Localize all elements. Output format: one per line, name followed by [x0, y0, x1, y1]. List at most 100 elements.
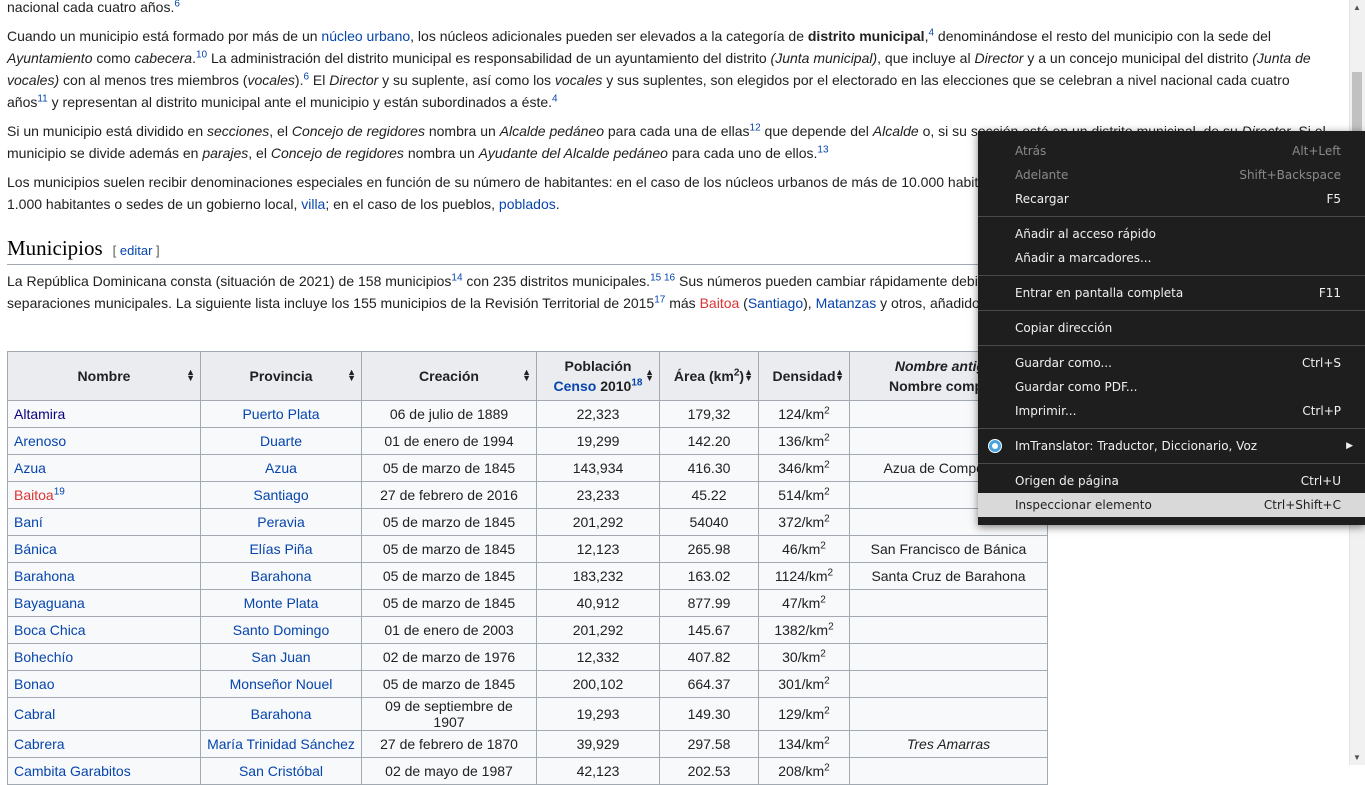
paragraph: Cuando un municipio está formado por más…	[7, 27, 1311, 110]
cell-creacion: 02 de mayo de 1987	[361, 757, 537, 785]
cell-nombre: Cambita Garabitos	[7, 757, 201, 785]
provincia-link[interactable]: María Trinidad Sánchez	[207, 736, 355, 752]
provincia-link[interactable]: San Juan	[251, 649, 310, 665]
superscript: 2	[820, 648, 826, 660]
reference-link[interactable]: 19	[54, 486, 65, 497]
cell-densidad: 208/km2	[758, 757, 850, 785]
link-baitoa[interactable]: Baitoa	[700, 295, 740, 311]
municipio-link[interactable]: Bonao	[14, 676, 54, 692]
provincia-link[interactable]: San Cristóbal	[239, 763, 323, 779]
municipio-link[interactable]: Bánica	[14, 541, 57, 557]
municipio-link[interactable]: Bohechío	[14, 649, 73, 665]
cell-nombre: Bonao	[7, 670, 201, 698]
reference-link[interactable]: 6	[174, 0, 180, 9]
col-header-provincia[interactable]: Provincia ▲ ▼	[200, 351, 362, 401]
municipio-link[interactable]: Arenoso	[14, 433, 66, 449]
provincia-link[interactable]: Santiago	[253, 487, 308, 503]
municipio-link[interactable]: Boca Chica	[14, 622, 86, 638]
sort-icon[interactable]: ▲ ▼	[744, 368, 753, 383]
header-label: Densidad	[772, 368, 836, 384]
municipio-link[interactable]: Cabrera	[14, 736, 65, 752]
provincia-link[interactable]: Peravia	[257, 514, 304, 530]
municipio-link[interactable]: Azua	[14, 460, 46, 476]
provincia-link[interactable]: Azua	[265, 460, 297, 476]
reference-link[interactable]: 16	[664, 272, 675, 283]
municipio-link[interactable]: Barahona	[14, 568, 75, 584]
density-value: 1382	[774, 622, 806, 638]
reference-link[interactable]: 13	[817, 144, 828, 155]
sort-icon[interactable]: ▲ ▼	[186, 368, 195, 383]
col-header-densidad[interactable]: Densidad ▲ ▼	[758, 351, 850, 401]
menu-item[interactable]: Imprimir... Ctrl+P	[978, 399, 1365, 423]
menu-item-label: Recargar	[1015, 192, 1069, 206]
reference-link[interactable]: 18	[631, 377, 642, 388]
provincia-link[interactable]: Monseñor Nouel	[230, 676, 333, 692]
reference-link[interactable]: 17	[654, 294, 665, 305]
menu-item-label: Guardar como...	[1015, 356, 1112, 370]
density-unit: /km	[804, 568, 828, 584]
edit-section-link[interactable]: editar	[120, 243, 153, 258]
cell-nombre: Cabrera	[7, 730, 201, 758]
provincia-link[interactable]: Santo Domingo	[233, 622, 330, 638]
municipio-link[interactable]: Cambita Garabitos	[14, 763, 131, 779]
italic-text: parajes	[202, 145, 249, 161]
cell-poblacion: 39,929	[536, 730, 660, 758]
provincia-link[interactable]: Barahona	[251, 568, 312, 584]
menu-item-shortcut: F11	[1318, 286, 1341, 300]
sort-icon[interactable]: ▲ ▼	[645, 368, 654, 383]
municipio-link[interactable]: Bayaguana	[14, 595, 85, 611]
menu-item[interactable]: Inspeccionar elemento Ctrl+Shift+C	[978, 493, 1365, 517]
provincia-link[interactable]: Monte Plata	[244, 595, 319, 611]
menu-item[interactable]: Recargar F5	[978, 187, 1365, 211]
menu-item[interactable]: Entrar en pantalla completa F11	[978, 281, 1365, 305]
reference-link[interactable]: 15	[650, 272, 661, 283]
col-header-area[interactable]: Área (km2) ▲ ▼	[659, 351, 759, 401]
col-header-nombre[interactable]: Nombre ▲ ▼	[7, 351, 201, 401]
cell-area: 664.37	[659, 670, 759, 698]
municipio-link[interactable]: Cabral	[14, 706, 55, 722]
reference-link[interactable]: 12	[750, 122, 761, 133]
reference-link[interactable]: 10	[196, 49, 207, 60]
link-santiago[interactable]: Santiago	[748, 295, 803, 311]
header-label: 2010	[600, 378, 632, 394]
density-value: 47	[782, 595, 798, 611]
municipio-link[interactable]: Baní	[14, 514, 43, 530]
link-more[interactable]: Matanzas	[816, 295, 877, 311]
provincia-link[interactable]: Barahona	[251, 706, 312, 722]
menu-item[interactable]: Guardar como... Ctrl+S	[978, 351, 1365, 375]
cell-creacion: 05 de marzo de 1845	[361, 454, 537, 482]
col-header-creacion[interactable]: Creación ▲ ▼	[361, 351, 537, 401]
scroll-up-arrow-icon[interactable]: ▲	[1353, 3, 1361, 12]
reference-link[interactable]: 11	[37, 93, 47, 104]
censo-link[interactable]: Censo	[554, 378, 597, 394]
sort-icon[interactable]: ▲ ▼	[347, 368, 356, 383]
reference-link[interactable]: 14	[451, 272, 462, 283]
menu-item[interactable]: Copiar dirección	[978, 316, 1365, 340]
menu-item[interactable]: Añadir al acceso rápido	[978, 222, 1365, 246]
table-row: Altamira Puerto Plata 06 de julio de 1889 2…	[7, 400, 1048, 428]
density-value: 46	[782, 541, 798, 557]
link-nucleo-urbano[interactable]: núcleo urbano	[321, 28, 410, 44]
col-header-poblacion[interactable]: Población Censo 201018 ▲ ▼	[536, 351, 660, 401]
municipio-link[interactable]: Baitoa	[14, 487, 54, 503]
menu-item[interactable]: Añadir a marcadores...	[978, 246, 1365, 270]
sort-icon[interactable]: ▲ ▼	[522, 368, 531, 383]
menu-item[interactable]: Origen de página Ctrl+U	[978, 469, 1365, 493]
link-poblados[interactable]: poblados	[499, 196, 556, 212]
reference-link[interactable]: 4	[552, 93, 558, 104]
menu-item[interactable]: Guardar como PDF...	[978, 375, 1365, 399]
scroll-down-arrow-icon[interactable]: ▼	[1353, 753, 1361, 762]
sort-icon[interactable]: ▲ ▼	[835, 368, 844, 383]
provincia-link[interactable]: Elías Piña	[249, 541, 312, 557]
provincia-link[interactable]: Puerto Plata	[242, 406, 319, 422]
municipio-link[interactable]: Altamira	[14, 406, 65, 422]
scrollbar-thumb[interactable]	[1352, 72, 1362, 132]
menu-item-label: Entrar en pantalla completa	[1015, 286, 1184, 300]
superscript: 2	[820, 540, 826, 552]
menu-item[interactable]: ImTranslator: Traductor, Diccionario, Vo…	[978, 434, 1365, 458]
cell-provincia: Duarte	[200, 427, 362, 455]
cell-poblacion: 143,934	[536, 454, 660, 482]
link-villa[interactable]: villa	[301, 196, 325, 212]
density-value: 134	[778, 736, 802, 752]
provincia-link[interactable]: Duarte	[260, 433, 302, 449]
